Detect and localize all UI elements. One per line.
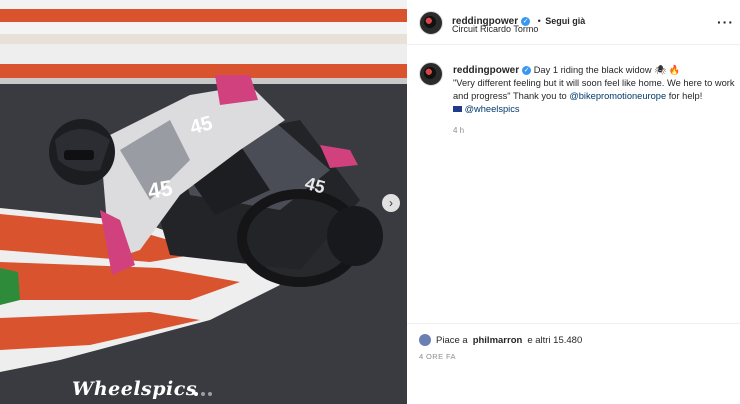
post-header: reddingpower ✓ • Segui già Circuit Ricard… (407, 0, 740, 45)
caption-avatar[interactable] (419, 62, 443, 86)
flag-icon (453, 106, 462, 112)
svg-text:45: 45 (146, 175, 174, 204)
mention-bikepromotioneurope[interactable]: @bikepromotioneurope (569, 91, 666, 101)
location-link[interactable]: Circuit Ricardo Tormo (452, 24, 538, 34)
comment-timestamp: 4 h (453, 126, 465, 135)
caption-username[interactable]: reddingpower (453, 65, 519, 76)
post-side-panel: reddingpower ✓ • Segui già Circuit Ricard… (407, 0, 740, 404)
watermark-logo: Wheelspics (72, 378, 198, 400)
follow-status-button[interactable]: Segui già (545, 16, 585, 26)
liker-avatar (419, 334, 431, 346)
chevron-right-icon: › (389, 196, 393, 210)
post-image[interactable]: 45 45 45 › Wheelspics (0, 0, 407, 404)
likes-prefix: Piace a (436, 334, 468, 346)
post-caption: reddingpower ✓ Day 1 riding the black wid… (453, 64, 738, 137)
more-options-icon[interactable]: ··· (717, 14, 734, 30)
caption-text-1: Day 1 riding the black widow 🕷 🔥 (533, 65, 681, 75)
liker-username[interactable]: philmarron (473, 335, 523, 346)
verified-badge-icon: ✓ (522, 66, 532, 75)
post-footer: Piace a philmarron e altri 15.480 4 ORE … (407, 323, 740, 361)
carousel-next-button[interactable]: › (382, 194, 400, 212)
caption-text-3: for help! (668, 91, 703, 101)
likes-summary[interactable]: Piace a philmarron e altri 15.480 (419, 334, 582, 346)
likes-count[interactable]: e altri 15.480 (527, 335, 582, 346)
carousel-dot (201, 392, 205, 396)
avatar[interactable] (419, 11, 443, 35)
post-age: 4 ORE FA (419, 352, 456, 361)
carousel-dot (208, 392, 212, 396)
photo-motorbike-rider: 45 45 45 (0, 0, 407, 404)
mention-wheelspics[interactable]: @wheelspics (465, 104, 520, 114)
